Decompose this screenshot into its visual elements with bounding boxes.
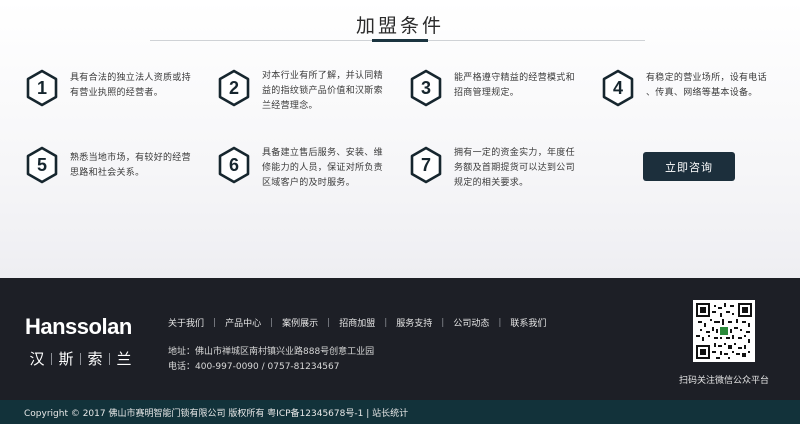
- condition-line: 修能力的人员，保证对所负责: [262, 163, 383, 173]
- condition-number: 7: [420, 154, 431, 175]
- qr-code-icon: [693, 300, 755, 362]
- brand-logo[interactable]: Hanssolan: [25, 314, 132, 340]
- logo-char: 汉: [29, 350, 45, 368]
- condition-line: 熟悉当地市场，有较好的经营: [70, 153, 191, 163]
- condition-number: 1: [36, 77, 47, 98]
- condition-line: 能严格遵守精益的经营模式和: [454, 73, 575, 83]
- consult-button[interactable]: 立即咨询: [643, 152, 735, 181]
- footer-phone: 电话：400-997-0090 / 0757-81234567: [168, 362, 340, 372]
- hexagon-number-icon: 3: [409, 69, 443, 107]
- footer-link-news[interactable]: 公司动态: [453, 316, 489, 329]
- brand-logo-chinese: 汉 斯 索 兰: [26, 348, 135, 369]
- hexagon-number-icon: 2: [217, 69, 251, 107]
- hexagon-number-icon: 6: [217, 146, 251, 184]
- site-footer: Hanssolan 汉 斯 索 兰 关于我们 | 产品中心 | 案例展示 | 招…: [0, 278, 800, 400]
- footer-link-franchise[interactable]: 招商加盟: [339, 316, 375, 329]
- condition-item-6: 6 具备建立售后服务、安装、维 修能力的人员，保证对所负责 区域客户的及时服务。: [217, 146, 383, 191]
- condition-item-1: 1 具有合法的独立法人资质或持 有营业执照的经营者。: [25, 69, 191, 107]
- condition-text: 熟悉当地市场，有较好的经营 思路和社会关系。: [70, 151, 191, 181]
- condition-item-5: 5 熟悉当地市场，有较好的经营 思路和社会关系。: [25, 146, 191, 184]
- nav-separator: |: [441, 317, 445, 328]
- condition-line: 、传真、网络等基本设备。: [646, 88, 758, 98]
- footer-link-support[interactable]: 服务支持: [396, 316, 432, 329]
- condition-line: 兰经营理念。: [262, 101, 318, 111]
- condition-line: 区域客户的及时服务。: [262, 178, 356, 188]
- hexagon-number-icon: 4: [601, 69, 635, 107]
- footer-link-cases[interactable]: 案例展示: [282, 316, 318, 329]
- condition-item-4: 4 有稳定的营业场所，设有电话 、传真、网络等基本设备。: [601, 69, 767, 107]
- logo-divider: [80, 352, 81, 365]
- condition-line: 具备建立售后服务、安装、维: [262, 148, 383, 158]
- condition-number: 5: [36, 154, 47, 175]
- condition-number: 4: [612, 77, 623, 98]
- nav-separator: |: [384, 317, 388, 328]
- logo-char: 兰: [116, 350, 132, 368]
- condition-line: 有稳定的营业场所，设有电话: [646, 73, 767, 83]
- condition-item-2: 2 对本行业有所了解，并认同精 益的指纹锁产品价值和汉斯索 兰经营理念。: [217, 69, 383, 114]
- hexagon-number-icon: 5: [25, 146, 59, 184]
- condition-line: 有营业执照的经营者。: [70, 88, 164, 98]
- section-title: 加盟条件: [355, 15, 444, 37]
- condition-line: 益的指纹锁产品价值和汉斯索: [262, 86, 383, 96]
- nav-separator: |: [213, 317, 217, 328]
- hexagon-number-icon: 1: [25, 69, 59, 107]
- join-conditions-section: 加盟条件 1 具有合法的独立法人资质或持 有营业执照的经营者。 2 对本行业有所…: [0, 0, 800, 278]
- condition-line: 招商管理规定。: [454, 88, 520, 98]
- nav-separator: |: [270, 317, 274, 328]
- logo-divider: [109, 352, 110, 365]
- footer-link-products[interactable]: 产品中心: [225, 316, 261, 329]
- condition-number: 6: [228, 154, 239, 175]
- condition-line: 对本行业有所了解，并认同精: [262, 71, 383, 81]
- title-accent-bar: [372, 39, 428, 42]
- footer-address: 地址：佛山市禅城区南村镇兴业路888号创意工业园: [168, 347, 375, 357]
- hexagon-number-icon: 7: [409, 146, 443, 184]
- logo-divider: [51, 352, 52, 365]
- nav-separator: |: [498, 317, 502, 328]
- footer-nav: 关于我们 | 产品中心 | 案例展示 | 招商加盟 | 服务支持 | 公司动态 …: [168, 316, 546, 330]
- condition-text: 具备建立售后服务、安装、维 修能力的人员，保证对所负责 区域客户的及时服务。: [262, 146, 383, 191]
- condition-number: 2: [228, 77, 239, 98]
- condition-number: 3: [420, 77, 431, 98]
- condition-text: 具有合法的独立法人资质或持 有营业执照的经营者。: [70, 71, 191, 101]
- logo-char: 索: [87, 350, 103, 368]
- condition-item-7: 7 拥有一定的资金实力，年度任 务额及首期提货可以达到公司 规定的相关要求。: [409, 146, 575, 191]
- qr-caption: 扫码关注微信公众平台: [679, 376, 770, 386]
- condition-line: 拥有一定的资金实力，年度任: [454, 148, 575, 158]
- nav-separator: |: [327, 317, 331, 328]
- logo-char: 斯: [58, 350, 74, 368]
- footer-link-contact[interactable]: 联系我们: [510, 316, 546, 329]
- condition-item-3: 3 能严格遵守精益的经营模式和 招商管理规定。: [409, 69, 575, 107]
- condition-text: 拥有一定的资金实力，年度任 务额及首期提货可以达到公司 规定的相关要求。: [454, 146, 575, 191]
- condition-line: 务额及首期提货可以达到公司: [454, 163, 575, 173]
- condition-text: 对本行业有所了解，并认同精 益的指纹锁产品价值和汉斯索 兰经营理念。: [262, 69, 383, 114]
- condition-text: 有稳定的营业场所，设有电话 、传真、网络等基本设备。: [646, 71, 767, 101]
- condition-line: 规定的相关要求。: [454, 178, 529, 188]
- footer-link-about[interactable]: 关于我们: [168, 316, 204, 329]
- copyright-bar: Copyright © 2017 佛山市赛明智能门锁有限公司 版权所有 粤ICP…: [0, 400, 800, 424]
- condition-text: 能严格遵守精益的经营模式和 招商管理规定。: [454, 71, 575, 101]
- condition-line: 思路和社会关系。: [70, 168, 145, 178]
- condition-line: 具有合法的独立法人资质或持: [70, 73, 191, 83]
